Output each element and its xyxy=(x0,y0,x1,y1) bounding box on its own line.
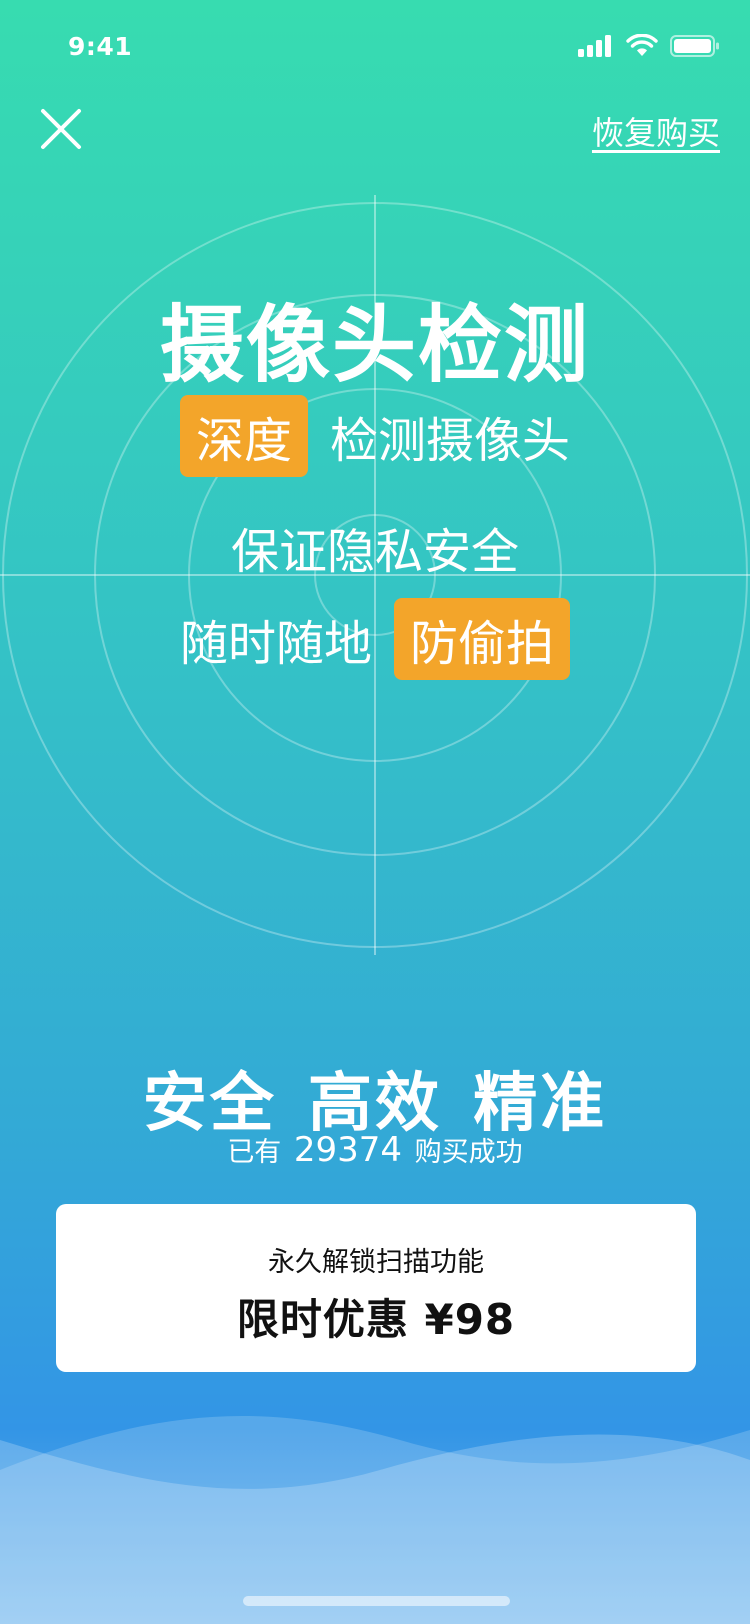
home-indicator xyxy=(243,1596,510,1606)
purchase-button[interactable]: 永久解锁扫描功能 限时优惠 ¥98 xyxy=(56,1204,696,1372)
offer-subtitle: 永久解锁扫描功能 xyxy=(268,1247,484,1278)
close-button[interactable] xyxy=(38,106,84,152)
status-bar: 9:41 xyxy=(0,0,750,90)
status-time: 9:41 xyxy=(68,32,133,61)
hero-title: 摄像头检测 xyxy=(159,296,590,394)
restore-purchase-link[interactable]: 恢复购买 xyxy=(592,108,720,154)
hero-line-3-text: 随时随地 xyxy=(179,616,372,672)
signal-icon xyxy=(578,35,611,57)
buyers-suffix: 购买成功 xyxy=(414,1137,523,1168)
hero-line-2-text: 保证隐私安全 xyxy=(230,524,519,580)
status-icons xyxy=(578,34,720,58)
wave-decoration xyxy=(0,1416,750,1624)
buyers-count-text: 已有 29374 购买成功 xyxy=(0,1130,750,1170)
hero-line-2: 保证隐私安全 xyxy=(0,512,750,582)
wifi-icon xyxy=(626,34,658,56)
battery-icon xyxy=(670,35,719,57)
hero-line-1-text: 检测摄像头 xyxy=(330,413,571,469)
nav-bar: 恢复购买 xyxy=(0,100,750,160)
close-icon xyxy=(41,109,81,149)
buyers-count: 29374 xyxy=(293,1130,403,1170)
hero-line-1: 深度 检测摄像头 xyxy=(0,395,750,477)
highlight-tag: 防偷拍 xyxy=(394,598,571,680)
offer-price: 限时优惠 ¥98 xyxy=(236,1295,516,1344)
highlight-tag: 深度 xyxy=(179,395,308,477)
buyers-prefix: 已有 xyxy=(227,1137,282,1168)
hero-line-3: 随时随地 防偷拍 xyxy=(0,598,750,680)
